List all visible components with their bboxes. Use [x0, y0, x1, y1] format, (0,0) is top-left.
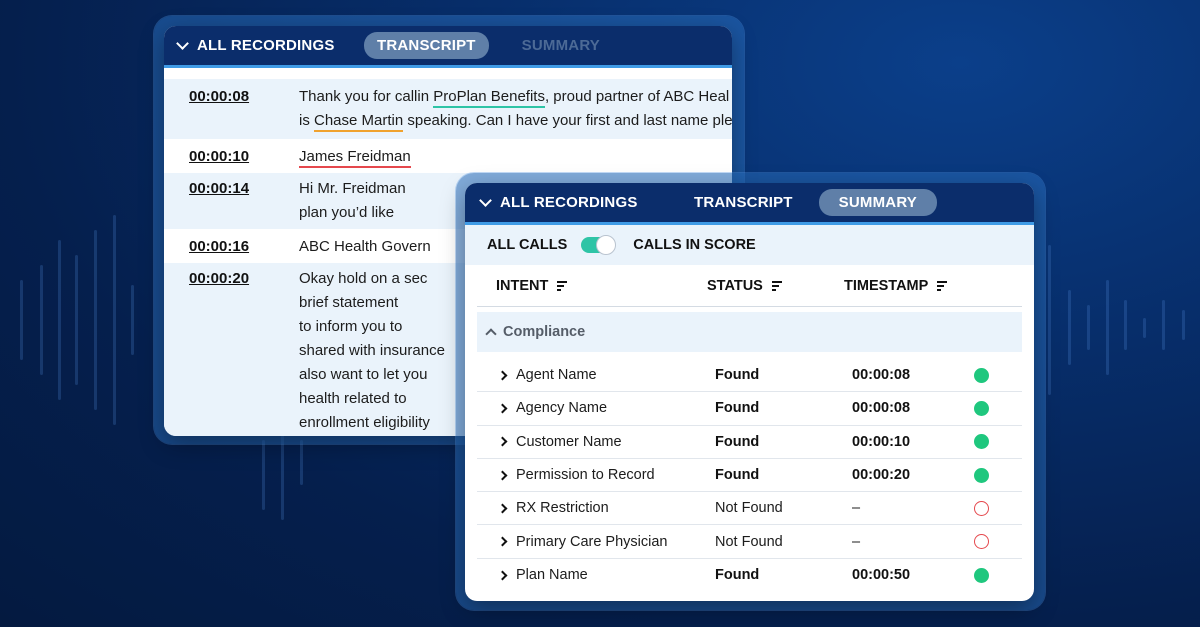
toggle-knob — [596, 235, 617, 255]
chevron-down-icon — [479, 193, 492, 207]
column-timestamp[interactable]: TIMESTAMP — [844, 278, 948, 294]
timestamp-value[interactable]: 00:00:10 — [852, 434, 974, 450]
all-recordings-label: ALL RECORDINGS — [500, 194, 638, 211]
highlight-agent-name[interactable]: Chase Martin — [314, 112, 404, 132]
status-value: Not Found — [715, 533, 783, 550]
chevron-right-icon[interactable] — [497, 436, 508, 447]
highlight-agency[interactable]: ProPlan Benefits — [433, 88, 545, 108]
chevron-right-icon[interactable] — [497, 370, 508, 381]
found-status-icon — [974, 567, 989, 583]
transcript-row: 00:00:08 Thank you for callin ProPlan Be… — [164, 79, 732, 139]
status-value: Found — [715, 567, 760, 584]
chevron-right-icon[interactable] — [497, 570, 508, 581]
status-value: Found — [715, 367, 760, 384]
sort-icon — [557, 280, 568, 291]
sort-icon — [771, 280, 782, 291]
intent-name: Plan Name — [516, 567, 588, 584]
timestamp-value[interactable]: 00:00:08 — [852, 367, 974, 383]
chevron-right-icon[interactable] — [497, 470, 508, 480]
transcript-panel-header: ALL RECORDINGS TRANSCRIPT SUMMARY — [164, 26, 732, 68]
intent-name: Agency Name — [516, 400, 608, 417]
found-status-icon — [974, 400, 989, 416]
sort-icon — [937, 280, 948, 291]
transcript-timestamp[interactable]: 00:00:14 — [189, 177, 299, 225]
not-found-status-icon — [974, 500, 989, 516]
all-calls-label[interactable]: ALL CALLS — [487, 237, 567, 253]
transcript-text: Okay hold on a sec brief statement to in… — [299, 270, 445, 431]
found-status-icon — [974, 367, 989, 383]
timestamp-value: – — [852, 533, 861, 550]
tab-summary[interactable]: SUMMARY — [818, 189, 938, 216]
table-row[interactable]: Primary Care Physician Not Found – — [477, 525, 1022, 559]
transcript-timestamp[interactable]: 00:00:08 — [189, 85, 299, 133]
transcript-text: ABC Health Govern — [299, 238, 431, 255]
intent-name: Primary Care Physician — [516, 533, 668, 550]
calls-in-score-label[interactable]: CALLS IN SCORE — [633, 237, 755, 253]
summary-panel-header: ALL RECORDINGS TRANSCRIPT SUMMARY — [465, 183, 1034, 225]
table-header: INTENT STATUS TIMESTAMP — [477, 265, 1022, 307]
intent-name: RX Restriction — [516, 500, 609, 517]
tab-transcript[interactable]: TRANSCRIPT — [364, 32, 489, 59]
tab-transcript[interactable]: TRANSCRIPT — [681, 189, 806, 216]
intent-name: Permission to Record — [516, 467, 655, 484]
table-row[interactable]: Agent Name Found 00:00:08 — [477, 359, 1022, 393]
timestamp-value[interactable]: 00:00:50 — [852, 567, 974, 583]
status-value: Found — [715, 433, 760, 450]
table-row[interactable]: Customer Name Found 00:00:10 — [477, 426, 1022, 459]
status-value: Found — [715, 400, 760, 417]
intent-list: Agent Name Found 00:00:08 Agency Name Fo… — [465, 352, 1034, 592]
highlight-customer-name[interactable]: James Freidman — [299, 148, 411, 168]
timestamp-value: – — [852, 500, 861, 517]
found-status-icon — [974, 434, 989, 450]
tab-summary[interactable]: SUMMARY — [509, 32, 613, 59]
transcript-row: 00:00:10 James Freidman — [164, 139, 732, 173]
not-found-status-icon — [974, 534, 989, 550]
table-row[interactable]: RX Restriction Not Found – — [477, 492, 1022, 526]
timestamp-value[interactable]: 00:00:20 — [852, 467, 974, 483]
all-recordings-link[interactable]: ALL RECORDINGS — [176, 36, 364, 54]
transcript-timestamp[interactable]: 00:00:10 — [189, 145, 299, 169]
column-intent[interactable]: INTENT — [477, 278, 707, 294]
column-status[interactable]: STATUS — [707, 278, 844, 294]
call-filter-bar: ALL CALLS CALLS IN SCORE — [465, 225, 1034, 265]
chevron-down-icon — [176, 36, 189, 50]
timestamp-value[interactable]: 00:00:08 — [852, 400, 974, 416]
transcript-text: Hi Mr. Freidman plan you’d like — [299, 180, 406, 221]
table-row[interactable]: Plan Name Found 00:00:50 — [477, 559, 1022, 592]
table-row[interactable]: Agency Name Found 00:00:08 — [477, 392, 1022, 426]
transcript-timestamp[interactable]: 00:00:16 — [189, 235, 299, 259]
chevron-up-icon — [485, 328, 497, 340]
calls-in-score-toggle[interactable] — [581, 235, 617, 255]
table-row[interactable]: Permission to Record Found 00:00:20 — [477, 459, 1022, 493]
status-value: Found — [715, 467, 760, 484]
all-recordings-link[interactable]: ALL RECORDINGS — [479, 193, 681, 211]
intent-name: Agent Name — [516, 367, 597, 384]
chevron-right-icon[interactable] — [497, 503, 508, 514]
status-value: Not Found — [715, 500, 783, 517]
found-status-icon — [974, 467, 989, 483]
group-label: Compliance — [503, 324, 586, 340]
chevron-right-icon[interactable] — [497, 536, 508, 547]
transcript-text: Thank you for callin ProPlan Benefits, p… — [299, 85, 732, 133]
intent-name: Customer Name — [516, 433, 622, 450]
all-recordings-label: ALL RECORDINGS — [197, 37, 335, 54]
chevron-right-icon[interactable] — [497, 403, 508, 414]
transcript-timestamp[interactable]: 00:00:20 — [189, 267, 299, 435]
summary-panel: ALL RECORDINGS TRANSCRIPT SUMMARY ALL CA… — [465, 183, 1034, 601]
group-compliance[interactable]: Compliance — [477, 312, 1022, 352]
